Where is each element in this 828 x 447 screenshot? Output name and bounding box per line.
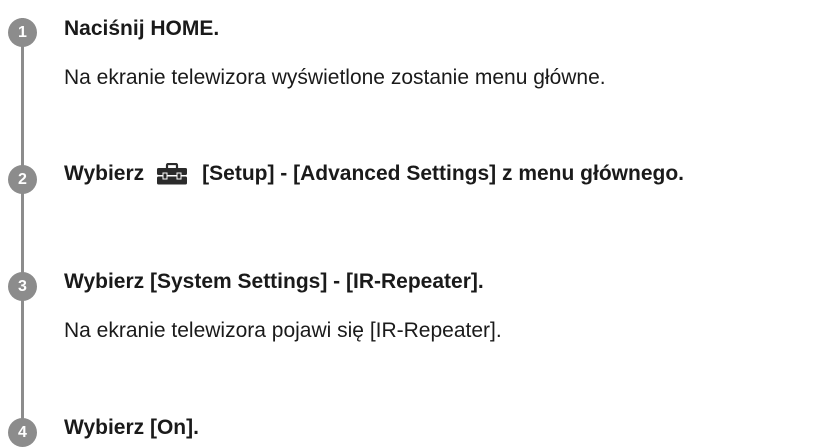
- steps-timeline-line: [21, 18, 24, 443]
- step-2-title-prefix: Wybierz: [64, 162, 145, 185]
- step-4-title: Wybierz [On].: [64, 416, 199, 439]
- step-1-number-badge: 1: [8, 18, 37, 47]
- step-1-description: Na ekranie telewizora wyświetlone zostan…: [64, 66, 606, 89]
- step-2-title: Wybierz [Setup] - [Advanced Settings] z …: [64, 162, 684, 186]
- step-2-title-suffix: [Setup] - [Advanced Settings] z menu głó…: [202, 162, 684, 185]
- toolbox-icon: [156, 163, 188, 185]
- step-2-number-badge: 2: [8, 165, 37, 194]
- step-3-number-badge: 3: [8, 272, 37, 301]
- step-1-title: Naciśnij HOME.: [64, 17, 220, 40]
- step-3-description: Na ekranie telewizora pojawi się [IR-Rep…: [64, 319, 502, 342]
- step-3-title: Wybierz [System Settings] - [IR-Repeater…: [64, 270, 484, 293]
